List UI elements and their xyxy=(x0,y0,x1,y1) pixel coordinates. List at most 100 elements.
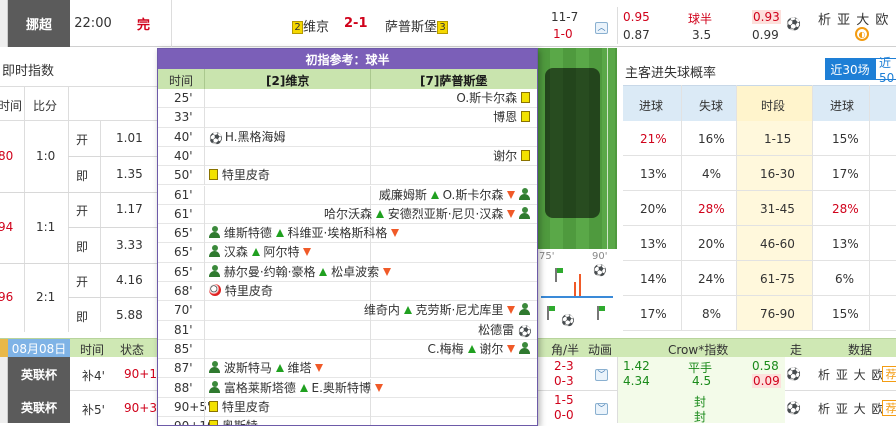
event-row: 87' 波斯特马 维塔 xyxy=(158,359,537,379)
player-in[interactable]: 哈尔沃森 xyxy=(324,207,372,221)
home-event: 特里皮奇 xyxy=(209,166,270,184)
away-team[interactable]: 萨普斯堡 3 xyxy=(385,16,449,35)
prob-row: 21% 16% 1-15 15% xyxy=(623,121,896,156)
col-divider xyxy=(204,224,205,244)
timeline-75: 75' xyxy=(539,251,555,262)
soccer-ball-icon: ⚽ xyxy=(561,314,575,327)
player-in[interactable]: C.梅梅 xyxy=(427,342,463,356)
arrow-up-icon xyxy=(375,209,384,218)
home-event: 波斯特马 维塔 xyxy=(209,359,324,377)
player-name[interactable]: 特里皮奇 xyxy=(222,400,270,414)
row-open-label: 开 xyxy=(76,133,89,147)
live-icon[interactable]: ◐ xyxy=(855,27,869,41)
league-name[interactable]: 挪超 xyxy=(8,0,70,47)
player-out[interactable]: 克劳斯·尼尤库里 xyxy=(416,303,504,317)
player-name[interactable]: O.斯卡尔森 xyxy=(456,91,517,105)
row-live-label: 即 xyxy=(76,310,89,324)
player-out[interactable]: 谢尔 xyxy=(479,342,503,356)
player-out[interactable]: O.斯卡尔森 xyxy=(443,188,504,202)
home-team-name[interactable]: 维京 xyxy=(303,20,329,35)
table-header: 进球 失球 时段 进球 xyxy=(623,85,896,122)
home-event: 维斯特德 科维亚·埃格斯科格 xyxy=(209,224,400,242)
odds-away-live: 0.93 xyxy=(752,10,781,24)
player-name[interactable]: H.黑格海姆 xyxy=(225,130,286,144)
date-cell[interactable]: 08月08日 xyxy=(8,339,70,358)
event-row: 90+5' 特里皮奇 xyxy=(158,397,537,418)
home-rank-badge: 2 xyxy=(292,21,303,34)
live-odds-panel: 即时指数 时间 比分 80 1:0 开 1.01 即 1.35 94 1:1 开… xyxy=(0,52,160,332)
recommend-badge[interactable]: 荐 xyxy=(882,366,896,382)
match-row[interactable]: 挪超 22:00 完 2 维京 2-1 萨普斯堡 3 11-7 1-0 ︿ 0.95… xyxy=(0,0,896,47)
analysis-links[interactable]: 析 亚 大 欧 xyxy=(818,9,889,28)
home-team[interactable]: 2 维京 xyxy=(292,16,329,35)
match-events-popup[interactable]: 初指参考：球半 时间 [2]维京 [7]萨普斯堡 25' O.斯卡尔森 33' 博恩… xyxy=(157,48,538,426)
expand-chevron-icon[interactable]: ﹀ xyxy=(595,403,608,415)
player-name[interactable]: 特里皮奇 xyxy=(222,168,270,182)
player-out[interactable]: 科维亚·埃格斯科格 xyxy=(288,226,388,240)
row-edge xyxy=(0,391,8,423)
player-in[interactable]: 赫尔曼·约翰·豪格 xyxy=(224,265,316,279)
row-time: 80 xyxy=(0,149,14,163)
player-out[interactable]: 维塔 xyxy=(288,361,312,375)
away-event: 威廉姆斯 O.斯卡尔森 xyxy=(379,186,530,204)
arrow-down-icon xyxy=(391,229,400,238)
header-period: 时段 xyxy=(736,86,812,122)
away-team-name[interactable]: 萨普斯堡 xyxy=(385,20,437,35)
col-divider xyxy=(370,127,371,147)
player-name[interactable]: 松德雷 xyxy=(478,323,514,337)
expand-chevron-icon[interactable]: ﹀ xyxy=(595,369,608,381)
header-data: 数据 xyxy=(848,343,873,357)
analysis-links[interactable]: 析 亚 大 欧 xyxy=(818,400,884,417)
row-edge xyxy=(0,357,8,391)
pitch xyxy=(537,48,617,249)
timeline-90: 90' xyxy=(592,251,608,262)
match-score[interactable]: 2-1 xyxy=(344,16,368,31)
league-name[interactable]: 英联杯 xyxy=(8,391,70,423)
row-edge xyxy=(0,0,8,47)
player-out[interactable]: 安德烈亚斯·尼贝·汉森 xyxy=(388,207,504,221)
league-name[interactable]: 英联杯 xyxy=(8,357,70,391)
player-in[interactable]: 维奇内 xyxy=(364,303,400,317)
event-row: 40' 谢尔 xyxy=(158,146,537,167)
player-in[interactable]: 富格莱斯塔德 xyxy=(224,381,296,395)
event-flag-icon xyxy=(557,268,563,273)
col-divider xyxy=(370,166,371,186)
row-open-value: 1.01 xyxy=(116,131,143,145)
tab-last-50[interactable]: 近50 xyxy=(875,56,896,85)
away-event: 松德雷 ⚽ xyxy=(478,321,532,339)
player-name[interactable]: 特里皮奇 xyxy=(225,284,273,298)
expand-chevron-icon[interactable]: ︿ xyxy=(595,22,608,34)
recommend-badge[interactable]: 荐 xyxy=(882,400,896,416)
arrow-down-icon xyxy=(507,306,516,315)
event-row: 33' 博恩 xyxy=(158,108,537,128)
player-out[interactable]: E.奥斯特博 xyxy=(312,381,371,395)
handicap-live: 球半 xyxy=(688,12,713,26)
col-divider xyxy=(204,108,205,128)
conceded-pct: 20% xyxy=(698,237,725,251)
period: 31-45 xyxy=(760,202,795,216)
event-minute: 68' xyxy=(174,284,193,298)
popup-title: 初指参考：球半 xyxy=(158,49,537,69)
player-in[interactable]: 维斯特德 xyxy=(224,226,272,240)
player-out[interactable]: 阿尔特 xyxy=(264,245,300,259)
analysis-links[interactable]: 析 亚 大 欧 xyxy=(818,366,884,383)
row-open-label: 开 xyxy=(76,204,89,218)
tab-last-30[interactable]: 近30场 xyxy=(825,58,875,80)
player-in[interactable]: 波斯特马 xyxy=(224,361,272,375)
live-minute: 90+3 xyxy=(124,401,157,415)
arrow-up-icon xyxy=(275,229,284,238)
odds-home-live: 1.42 xyxy=(623,359,650,373)
row-live-value: 3.33 xyxy=(116,238,143,252)
soccer-ball-icon: ⚽ xyxy=(593,264,607,277)
player-in[interactable]: 威廉姆斯 xyxy=(379,188,427,202)
event-minute: 40' xyxy=(174,148,193,163)
odds-box[interactable]: 0.95 0.87 球半 3.5 0.93 0.99 xyxy=(617,7,785,44)
odds-home-open: 0.87 xyxy=(623,28,650,42)
yellow-card-icon xyxy=(209,420,218,425)
player-name[interactable]: 博恩 xyxy=(493,110,517,124)
player-in[interactable]: 汉森 xyxy=(224,245,248,259)
player-out[interactable]: 松卓波索 xyxy=(331,265,379,279)
player-name[interactable]: 谢尔 xyxy=(493,149,517,163)
conceded-pct: 16% xyxy=(698,132,725,146)
event-row: 65' 赫尔曼·约翰·豪格 松卓波索 xyxy=(158,262,537,282)
